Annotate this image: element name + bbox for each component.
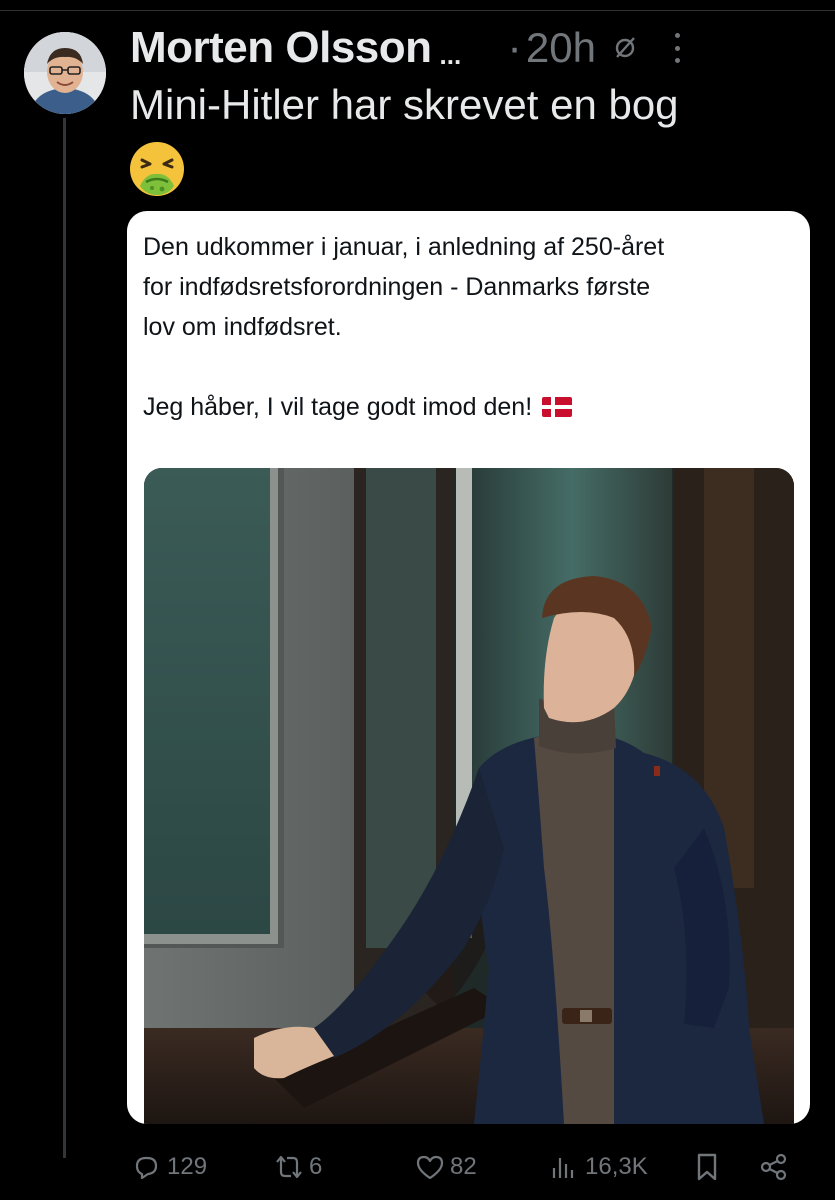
views-button[interactable]: 16,3K bbox=[549, 1142, 648, 1192]
quoted-line-4: Jeg håber, I vil tage godt imod den! bbox=[143, 393, 533, 421]
author-ellipsis: ... bbox=[439, 39, 462, 70]
repost-button[interactable]: 6 bbox=[271, 1142, 322, 1192]
photo-man-in-blazer bbox=[144, 468, 794, 1124]
quoted-photo[interactable] bbox=[144, 468, 794, 1124]
quoted-text: Den udkommer i januar, i anledning af 25… bbox=[143, 227, 793, 427]
quoted-line-2: for indfødsretsforordningen - Danmarks f… bbox=[143, 273, 651, 301]
post-time[interactable]: 20h bbox=[526, 24, 596, 72]
reply-icon bbox=[135, 1156, 158, 1180]
separator-dot: · bbox=[507, 23, 522, 72]
quoted-line-3: lov om indfødsret. bbox=[143, 313, 342, 341]
share-icon bbox=[760, 1153, 787, 1181]
like-icon bbox=[416, 1155, 444, 1180]
bookmark-icon bbox=[697, 1153, 717, 1181]
repost-count: 6 bbox=[309, 1153, 323, 1180]
quoted-line-1: Den udkommer i januar, i anledning af 25… bbox=[143, 233, 665, 261]
reply-count: 129 bbox=[167, 1153, 208, 1180]
views-count: 16,3K bbox=[585, 1153, 648, 1180]
avatar[interactable] bbox=[24, 32, 106, 114]
like-count: 82 bbox=[450, 1153, 477, 1180]
reply-button[interactable]: 129 bbox=[131, 1142, 207, 1192]
avatar-image bbox=[24, 32, 106, 114]
quoted-post-card[interactable]: Den udkommer i januar, i anledning af 25… bbox=[127, 211, 810, 1124]
danish-flag-emoji bbox=[542, 397, 573, 417]
share-button[interactable] bbox=[758, 1142, 790, 1192]
thread-line bbox=[63, 118, 66, 1158]
globe-off-icon bbox=[612, 35, 638, 61]
top-divider bbox=[0, 10, 835, 11]
post-header: Morten Olsson ... · 20h bbox=[130, 20, 820, 76]
repost-icon bbox=[276, 1155, 302, 1179]
bookmark-button[interactable] bbox=[694, 1142, 720, 1192]
nauseated-face-emoji bbox=[128, 140, 186, 198]
post-text: Mini-Hitler har skrevet en bog bbox=[130, 81, 679, 128]
post-actions: 129 6 82 16,3K bbox=[128, 1142, 818, 1192]
more-icon[interactable] bbox=[674, 33, 682, 63]
author-name[interactable]: Morten Olsson bbox=[130, 23, 432, 73]
like-button[interactable]: 82 bbox=[414, 1142, 477, 1192]
views-icon bbox=[552, 1158, 574, 1178]
